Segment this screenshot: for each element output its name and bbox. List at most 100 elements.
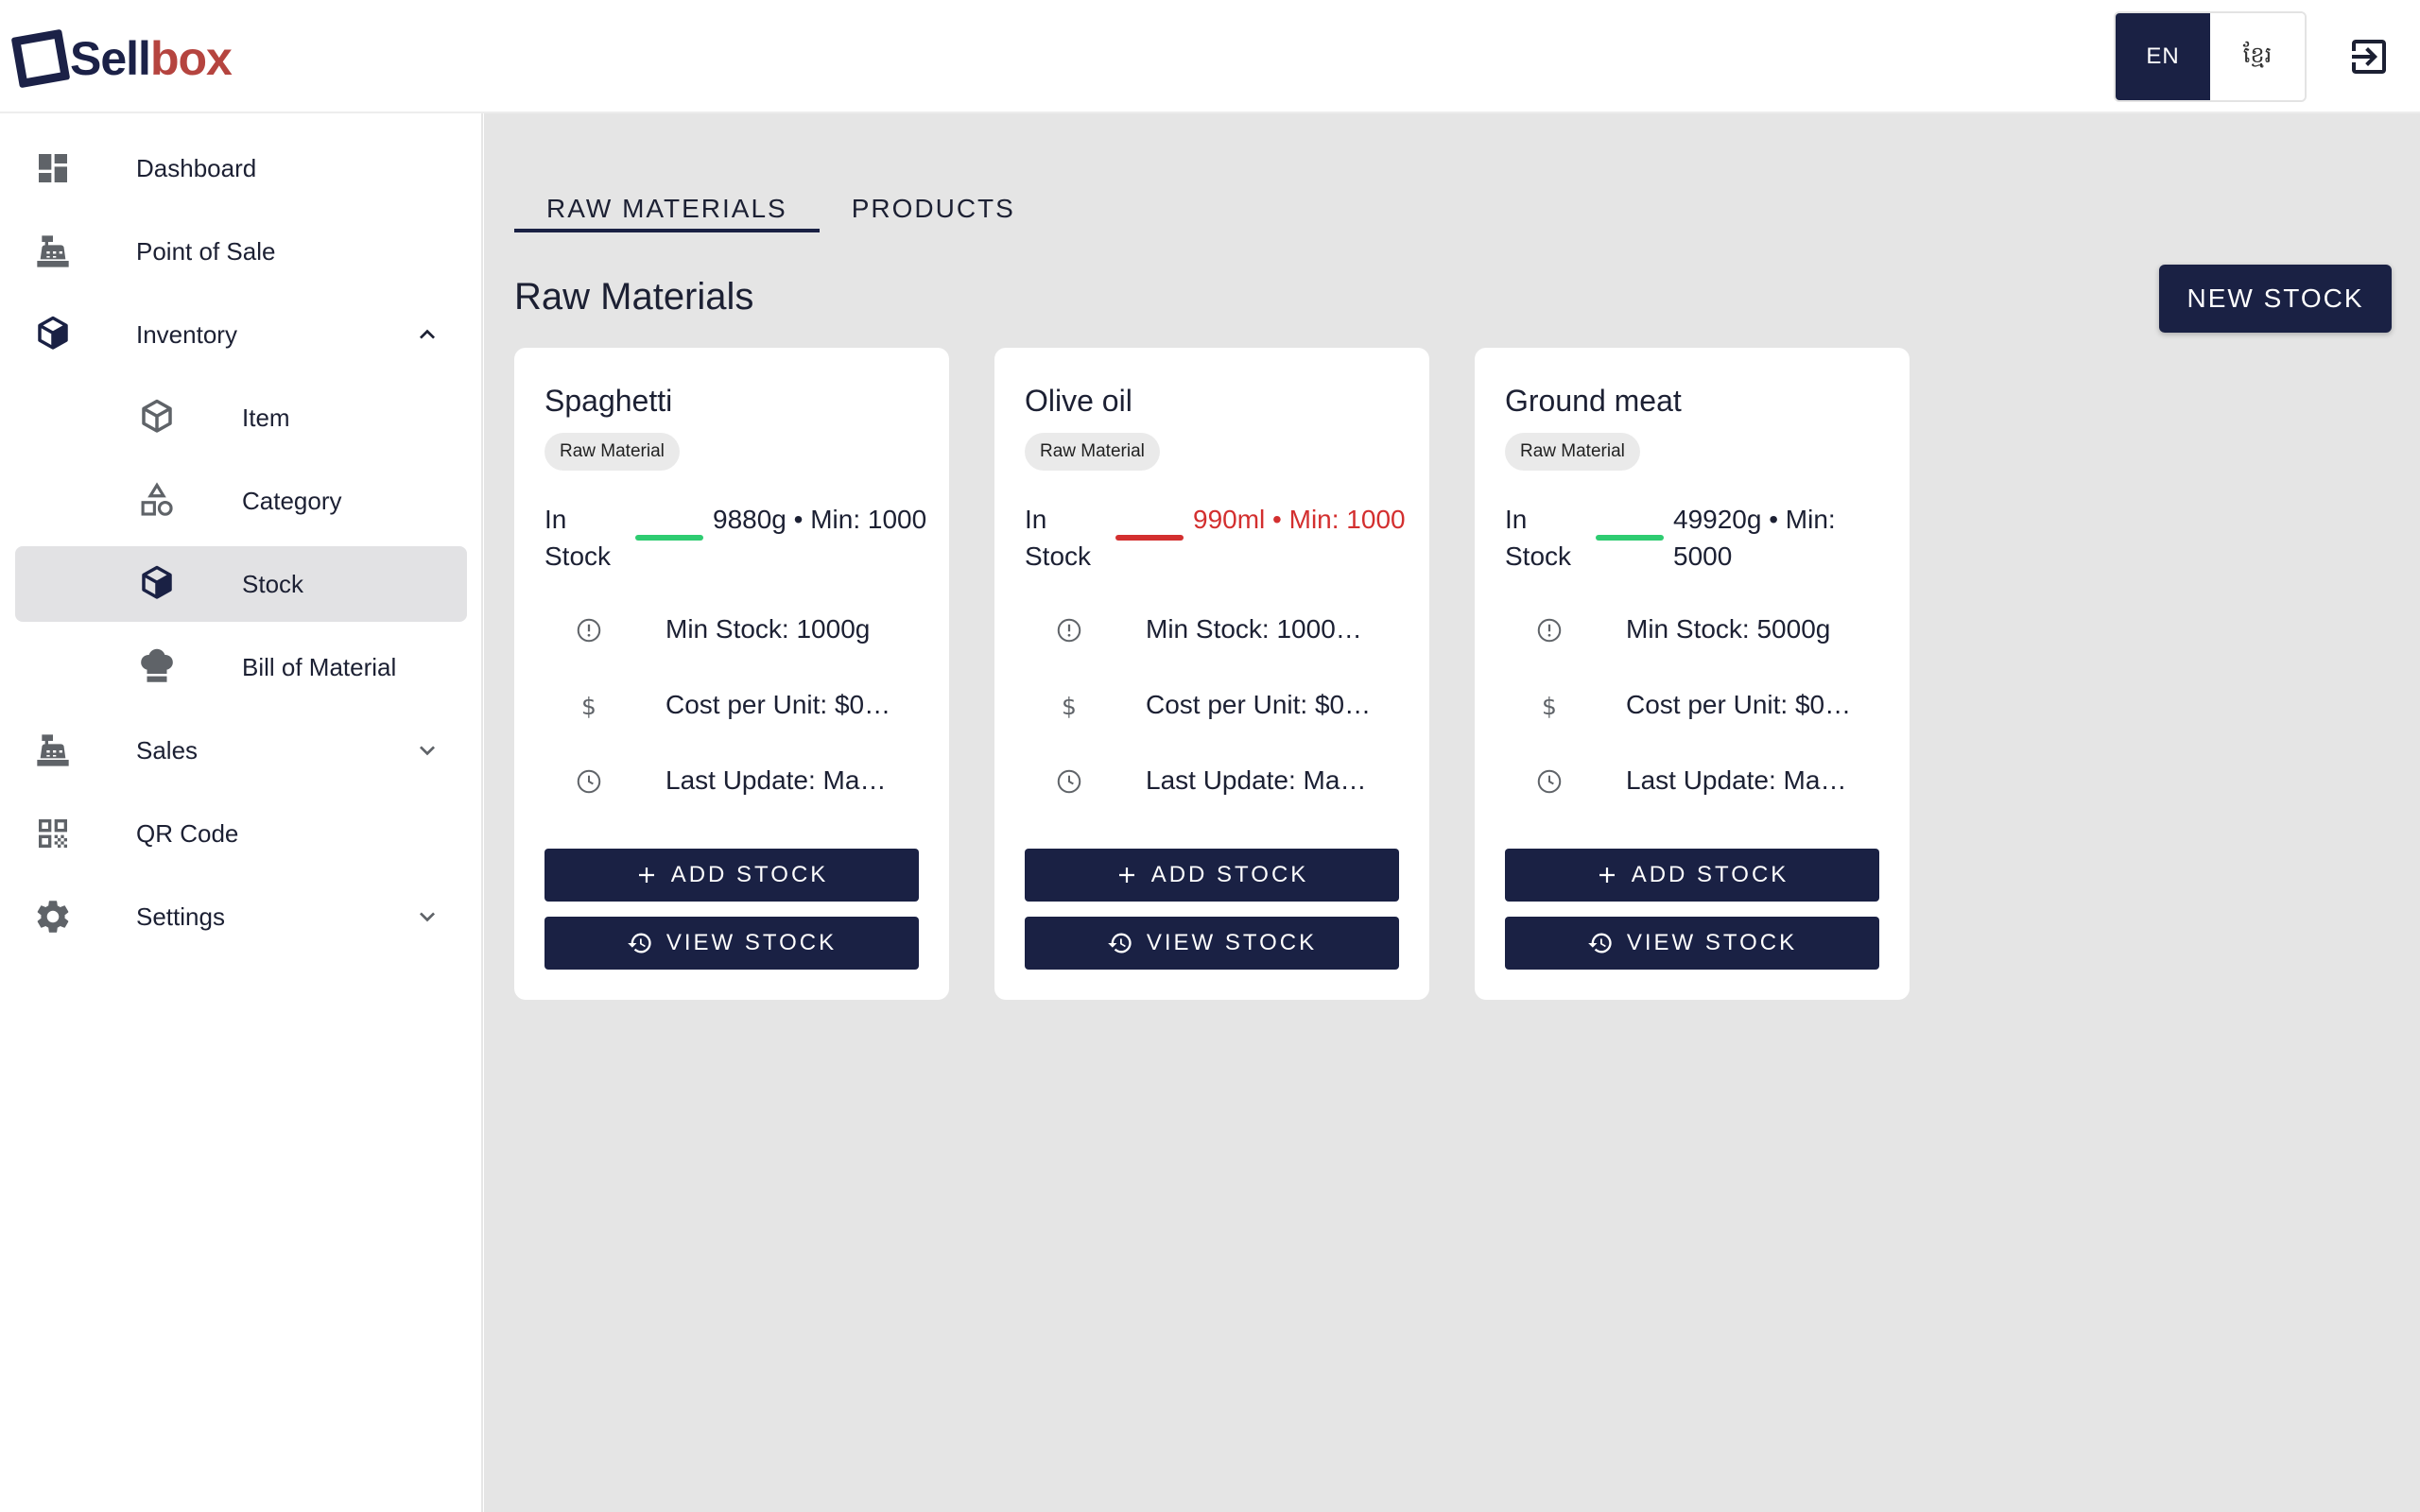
cost-text: Cost per Unit: $0…: [1626, 690, 1852, 719]
min-stock-row: Min Stock: 1000…: [1025, 610, 1403, 648]
sidebar-item-item[interactable]: Item: [15, 380, 467, 455]
stock-status: In Stock: [1505, 505, 1572, 571]
view-stock-button[interactable]: VIEW STOCK: [544, 917, 919, 970]
sidebar-item-inventory[interactable]: Inventory: [15, 297, 467, 372]
sidebar-item-bill-of-material[interactable]: Bill of Material: [15, 629, 467, 705]
stock-quantity: 990ml • Min: 1000: [1193, 505, 1406, 534]
history-icon: [1588, 933, 1612, 954]
min-stock-text: Min Stock: 5000g: [1626, 614, 1831, 644]
min-stock-row: Min Stock: 1000g: [544, 610, 923, 648]
sidebar-item-qr-code[interactable]: QR Code: [15, 796, 467, 871]
add-stock-label: ADD STOCK: [1631, 862, 1789, 887]
type-chip: Raw Material: [1025, 433, 1160, 471]
tab-products[interactable]: PRODUCTS: [820, 157, 1047, 232]
min-stock-text: Min Stock: 1000g: [666, 614, 871, 644]
stock-level-bar: [1115, 535, 1184, 541]
plus-icon: [638, 868, 654, 883]
cost-text: Cost per Unit: $0…: [1146, 690, 1372, 719]
add-stock-label: ADD STOCK: [670, 862, 829, 887]
qr-code-icon: [32, 813, 74, 854]
stock-status: In Stock: [544, 505, 612, 571]
last-update-text: Last Update: Ma…: [1626, 765, 1847, 795]
add-stock-label: ADD STOCK: [1150, 862, 1309, 887]
logo-mark: [10, 28, 71, 89]
page-title: Raw Materials: [514, 276, 754, 318]
alert-circle-icon: [1055, 616, 1083, 644]
stock-level-bar: [1596, 535, 1664, 541]
chevron-down-icon: [412, 735, 442, 765]
sidebar: Dashboard Point of Sale Inventory Item C…: [0, 113, 483, 1512]
cube-icon: [136, 563, 178, 605]
cost-text: Cost per Unit: $0…: [666, 690, 891, 719]
sidebar-item-label: Dashboard: [136, 153, 257, 182]
add-stock-button[interactable]: ADD STOCK: [1025, 849, 1399, 902]
view-stock-label: VIEW STOCK: [1626, 930, 1798, 955]
sidebar-item-label: Inventory: [136, 319, 237, 349]
history-icon: [1108, 933, 1132, 954]
main-content: RAW MATERIALS PRODUCTS Raw Materials NEW…: [484, 113, 2420, 1512]
sidebar-item-settings[interactable]: Settings: [15, 879, 467, 954]
type-chip: Raw Material: [544, 433, 680, 471]
alert-circle-icon: [1535, 616, 1564, 644]
sidebar-item-label: QR Code: [136, 818, 239, 848]
shapes-icon: [136, 480, 178, 522]
dashboard-icon: [32, 147, 74, 189]
logo-text-box: box: [149, 32, 233, 85]
view-stock-button[interactable]: VIEW STOCK: [1505, 917, 1879, 970]
sidebar-item-stock[interactable]: Stock: [15, 546, 467, 622]
stock-status: In Stock: [1025, 505, 1092, 571]
new-stock-button[interactable]: NEW STOCK: [2159, 265, 2392, 333]
logout-icon[interactable]: [2346, 34, 2392, 79]
view-stock-label: VIEW STOCK: [666, 930, 838, 955]
clock-icon: [1535, 767, 1564, 796]
lang-en-button[interactable]: EN: [2116, 13, 2210, 100]
clock-icon: [575, 767, 603, 796]
dollar-icon: $: [1535, 692, 1564, 720]
last-update-row: Last Update: Ma…: [1025, 762, 1403, 799]
top-bar: Sellbox EN ខ្មែរ: [0, 0, 2420, 113]
card-title: Ground meat: [1505, 384, 1682, 418]
sidebar-item-category[interactable]: Category: [15, 463, 467, 539]
gear-icon: [32, 896, 74, 937]
sidebar-item-sales[interactable]: Sales: [15, 713, 467, 788]
clock-icon: [1055, 767, 1083, 796]
stock-card: Spaghetti Raw Material In Stock 9880g • …: [514, 348, 949, 1000]
svg-text:$: $: [581, 693, 596, 720]
card-title: Spaghetti: [544, 384, 673, 418]
svg-text:$: $: [1542, 693, 1557, 720]
stock-quantity: 49920g • Min: 5000: [1673, 505, 1836, 571]
lang-km-button[interactable]: ខ្មែរ: [2210, 13, 2305, 100]
cost-row: $ Cost per Unit: $0…: [544, 686, 923, 724]
sidebar-item-dashboard[interactable]: Dashboard: [15, 130, 467, 206]
app-logo[interactable]: Sellbox: [10, 28, 233, 89]
last-update-text: Last Update: Ma…: [666, 765, 887, 795]
add-stock-button[interactable]: ADD STOCK: [544, 849, 919, 902]
last-update-text: Last Update: Ma…: [1146, 765, 1367, 795]
plus-icon: [1599, 868, 1615, 883]
stock-quantity: 9880g • Min: 1000: [713, 505, 927, 534]
view-stock-label: VIEW STOCK: [1146, 930, 1318, 955]
dollar-icon: $: [1055, 692, 1083, 720]
sidebar-item-label: Category: [242, 486, 342, 515]
cube-icon: [32, 314, 74, 355]
sidebar-item-label: Stock: [242, 569, 304, 598]
view-stock-button[interactable]: VIEW STOCK: [1025, 917, 1399, 970]
sidebar-item-label: Settings: [136, 902, 225, 931]
sidebar-item-point-of-sale[interactable]: Point of Sale: [15, 214, 467, 289]
logo-text-sell: Sell: [70, 32, 151, 85]
tab-raw-materials[interactable]: RAW MATERIALS: [514, 157, 820, 232]
tab-bar: RAW MATERIALS PRODUCTS: [514, 157, 1047, 232]
alert-circle-icon: [575, 616, 603, 644]
min-stock-text: Min Stock: 1000…: [1146, 614, 1362, 644]
sidebar-item-label: Bill of Material: [242, 652, 397, 681]
language-switcher: EN ខ្មែរ: [2114, 11, 2307, 102]
sidebar-item-label: Sales: [136, 735, 199, 765]
last-update-row: Last Update: Ma…: [1505, 762, 1883, 799]
plus-icon: [1118, 868, 1134, 883]
sidebar-item-label: Point of Sale: [136, 236, 276, 266]
box-icon: [136, 397, 178, 438]
add-stock-button[interactable]: ADD STOCK: [1505, 849, 1879, 902]
type-chip: Raw Material: [1505, 433, 1640, 471]
cash-register-icon: [32, 231, 74, 272]
svg-text:$: $: [1062, 693, 1077, 720]
